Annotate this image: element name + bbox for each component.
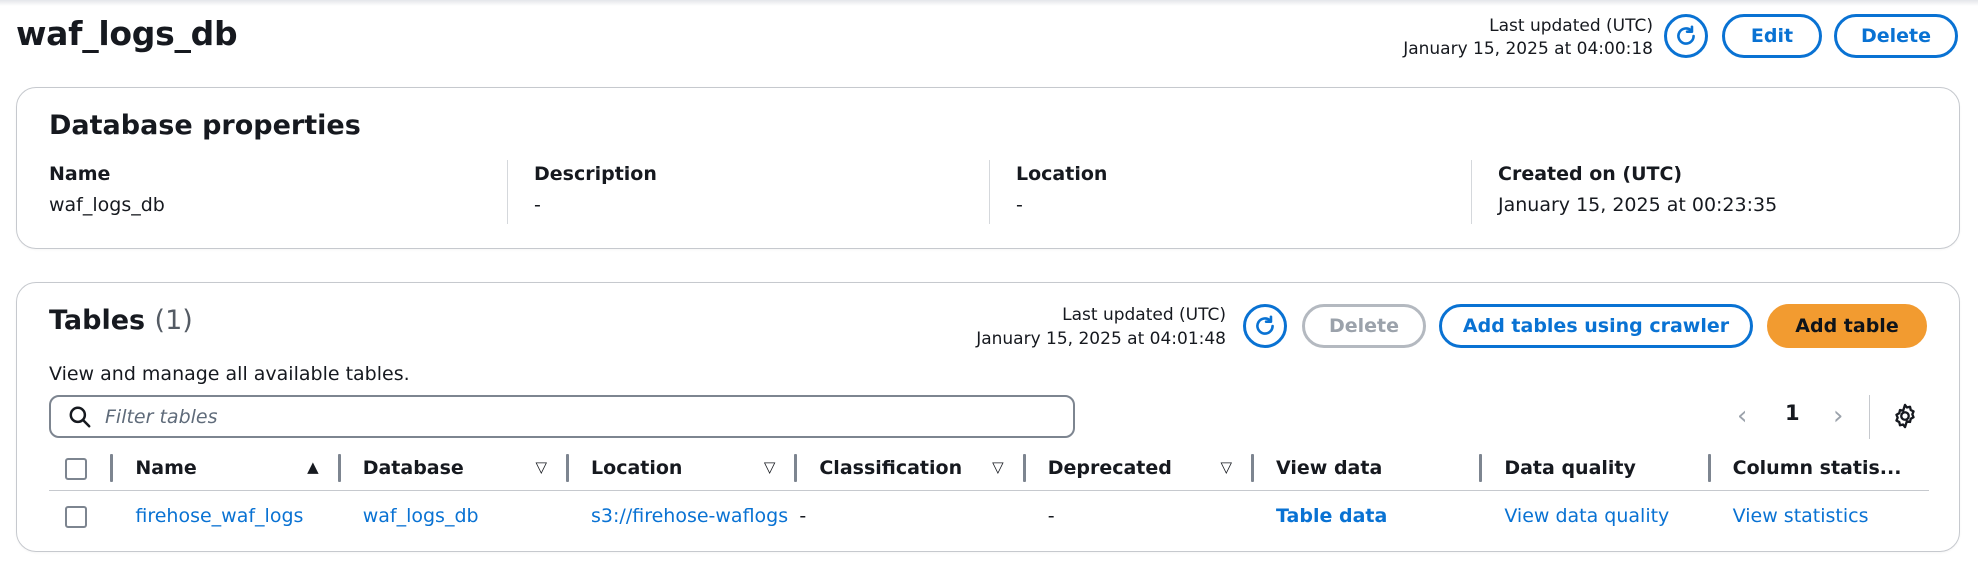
- refresh-icon: [1677, 25, 1695, 45]
- sort-descending-icon[interactable]: ▽: [535, 458, 547, 476]
- column-header-label: Database: [362, 457, 464, 480]
- filter-tables-input[interactable]: [105, 405, 1005, 428]
- row-checkbox[interactable]: [65, 505, 87, 528]
- table-header-row: Name ▲ Database ▽ Location ▽ Classificat…: [49, 447, 1929, 491]
- cell-name: firehose_waf_logs: [113, 490, 340, 542]
- refresh-icon: [1256, 315, 1274, 335]
- database-properties-title: Database properties: [49, 110, 361, 141]
- property-location: Location -: [989, 160, 1465, 224]
- sort-descending-icon[interactable]: ▽: [764, 458, 776, 476]
- column-header-label: View data: [1276, 457, 1383, 480]
- tables-table: Name ▲ Database ▽ Location ▽ Classificat…: [49, 447, 1929, 542]
- chevron-left-icon[interactable]: ‹: [1737, 401, 1747, 431]
- table-name-link[interactable]: firehose_waf_logs: [135, 505, 303, 527]
- property-value: waf_logs_db: [49, 194, 165, 216]
- property-label: Created on (UTC): [1498, 163, 1683, 185]
- sort-descending-icon[interactable]: ▽: [1220, 458, 1232, 476]
- pagination-divider: [1869, 395, 1870, 439]
- cell-deprecated: -: [1047, 505, 1055, 528]
- column-header-label: Deprecated: [1047, 457, 1172, 480]
- database-properties-panel: Database properties Name waf_logs_db Des…: [16, 87, 1960, 249]
- top-shadow: [0, 0, 1978, 6]
- property-label: Location: [1016, 163, 1108, 185]
- select-all-header: [49, 447, 114, 491]
- cell-database: waf_logs_db: [341, 490, 569, 542]
- database-link[interactable]: waf_logs_db: [363, 505, 479, 527]
- column-header-database[interactable]: Database ▽: [340, 447, 570, 491]
- tables-last-updated-label: Last updated (UTC): [1062, 305, 1226, 325]
- location-link[interactable]: s3://firehose-waflogs: [591, 505, 791, 527]
- last-updated-value: January 15, 2025 at 04:00:18: [1403, 39, 1653, 59]
- tables-description: View and manage all available tables.: [49, 363, 410, 385]
- property-value: January 15, 2025 at 00:23:35: [1498, 194, 1778, 216]
- add-table-button[interactable]: Add table: [1767, 304, 1927, 348]
- column-header-location[interactable]: Location ▽: [569, 447, 798, 491]
- property-value: -: [534, 194, 541, 216]
- tables-last-updated: Last updated (UTC) January 15, 2025 at 0…: [976, 303, 1226, 351]
- last-updated: Last updated (UTC) January 15, 2025 at 0…: [1403, 15, 1653, 61]
- tables-refresh-button[interactable]: [1243, 304, 1287, 348]
- delete-database-button[interactable]: Delete: [1834, 14, 1958, 58]
- tables-panel: Tables (1) Last updated (UTC) January 15…: [16, 282, 1960, 552]
- view-data-quality-link[interactable]: View data quality: [1504, 505, 1669, 527]
- tables-title-text: Tables: [49, 305, 146, 336]
- search-icon: [69, 406, 91, 427]
- tables-last-updated-value: January 15, 2025 at 04:01:48: [976, 329, 1226, 349]
- column-header-classification[interactable]: Classification ▽: [797, 447, 1026, 491]
- cell-view-data: Table data: [1254, 490, 1482, 542]
- property-label: Description: [534, 163, 657, 185]
- cell-location: s3://firehose-waflogs: [569, 490, 797, 542]
- column-header-column-statistics[interactable]: Column statis...: [1710, 447, 1929, 491]
- row-select-cell: [49, 490, 113, 542]
- refresh-button[interactable]: [1664, 14, 1708, 58]
- sort-ascending-icon[interactable]: ▲: [307, 458, 319, 476]
- sort-descending-icon[interactable]: ▽: [992, 458, 1004, 476]
- cell-classification: -: [799, 505, 807, 528]
- property-label: Name: [49, 163, 111, 185]
- tables-title: Tables (1): [49, 305, 193, 336]
- column-header-deprecated[interactable]: Deprecated ▽: [1025, 447, 1255, 491]
- column-header-label: Location: [591, 457, 683, 480]
- chevron-right-icon[interactable]: ›: [1833, 401, 1843, 431]
- filter-tables-field[interactable]: [49, 395, 1075, 438]
- property-description: Description -: [507, 160, 983, 224]
- select-all-checkbox[interactable]: [65, 457, 87, 480]
- column-header-name[interactable]: Name ▲: [113, 447, 341, 491]
- table-data-link[interactable]: Table data: [1276, 505, 1387, 527]
- column-header-label: Data quality: [1504, 457, 1636, 480]
- property-created-on: Created on (UTC) January 15, 2025 at 00:…: [1471, 160, 1947, 224]
- property-value: -: [1016, 194, 1023, 216]
- page-number[interactable]: 1: [1785, 401, 1800, 425]
- column-header-label: Column statis...: [1732, 457, 1902, 480]
- settings-gear-icon[interactable]: [1891, 402, 1919, 430]
- last-updated-label: Last updated (UTC): [1489, 16, 1653, 36]
- page-title: waf_logs_db: [16, 14, 238, 53]
- cell-data-quality: View data quality: [1482, 490, 1710, 542]
- tables-count: (1): [154, 305, 193, 336]
- add-tables-crawler-button[interactable]: Add tables using crawler: [1439, 304, 1753, 348]
- cell-column-statistics: View statistics: [1711, 490, 1929, 542]
- column-header-label: Name: [135, 457, 197, 480]
- column-header-view-data[interactable]: View data: [1254, 447, 1483, 491]
- column-header-label: Classification: [819, 457, 963, 480]
- column-header-data-quality[interactable]: Data quality: [1482, 447, 1711, 491]
- delete-table-button[interactable]: Delete: [1302, 304, 1426, 348]
- edit-button[interactable]: Edit: [1722, 14, 1822, 58]
- table-row: firehose_waf_logs waf_logs_db s3://fireh…: [49, 490, 1929, 542]
- view-statistics-link[interactable]: View statistics: [1733, 505, 1869, 527]
- property-name: Name waf_logs_db: [23, 160, 499, 224]
